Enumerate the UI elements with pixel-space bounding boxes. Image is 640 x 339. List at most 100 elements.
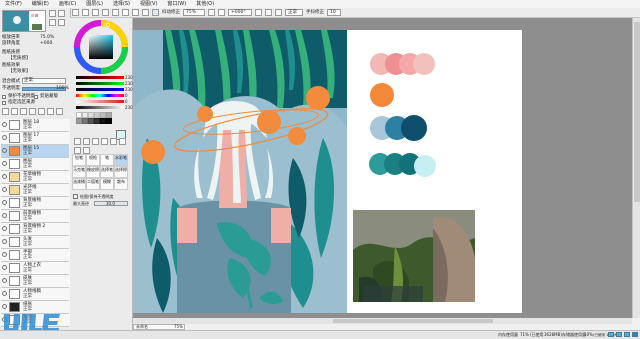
tool-airbrush[interactable]: 喷枪	[86, 154, 100, 166]
tool-watercolor[interactable]: 水彩笔	[114, 154, 128, 166]
status-button-1[interactable]	[608, 332, 614, 337]
invert-selection-button[interactable]	[82, 9, 89, 16]
eye-icon[interactable]	[2, 174, 7, 179]
eye-icon[interactable]	[2, 291, 7, 296]
eye-icon[interactable]	[2, 122, 7, 127]
slider-h[interactable]	[76, 94, 124, 97]
move-icon[interactable]	[101, 138, 108, 145]
layer-item[interactable]: 图层 17 正常	[1, 132, 69, 145]
angle-plus-button[interactable]	[265, 9, 272, 16]
nav-rotate-button[interactable]	[49, 19, 56, 26]
slider-b[interactable]	[76, 88, 124, 91]
zoom-select[interactable]: 75%	[183, 9, 205, 16]
selection-source-checkbox[interactable]	[2, 101, 6, 105]
menu-select[interactable]: 选择(S)	[108, 0, 135, 8]
layer-item[interactable]: 花草植物 正常	[1, 171, 69, 184]
merge-down-button[interactable]	[38, 108, 45, 115]
layer-item[interactable]: 背景植物 正常	[1, 197, 69, 210]
deselect-button[interactable]	[72, 9, 79, 16]
eye-icon[interactable]	[2, 148, 7, 153]
eye-icon[interactable]	[2, 239, 7, 244]
slider-r[interactable]	[76, 76, 124, 79]
layer-item[interactable]: 皮肤 正常	[1, 275, 69, 288]
palette-swatch[interactable]	[414, 155, 436, 177]
status-button-4[interactable]	[632, 332, 638, 337]
flip-button[interactable]	[132, 9, 139, 16]
horizontal-scrollbar[interactable]	[133, 318, 632, 324]
eye-icon[interactable]	[2, 200, 7, 205]
menu-layer[interactable]: 图层(L)	[81, 0, 108, 8]
hand-icon[interactable]	[74, 147, 81, 154]
eye-icon[interactable]	[2, 278, 7, 283]
eye-icon[interactable]	[2, 252, 7, 257]
status-button-2[interactable]	[616, 332, 622, 337]
delete-layer-button[interactable]	[56, 108, 63, 115]
lasso-icon[interactable]	[83, 138, 90, 145]
nav-reset-button[interactable]	[58, 19, 65, 26]
status-button-3[interactable]	[624, 332, 630, 337]
menu-canvas[interactable]: 画布(C)	[54, 0, 81, 8]
palette-swatch[interactable]	[401, 115, 427, 141]
reset-button[interactable]	[142, 9, 149, 16]
new-folder-button[interactable]	[11, 108, 18, 115]
navigator-preview[interactable]	[2, 10, 46, 32]
eyedropper-icon[interactable]	[83, 147, 90, 154]
eye-icon[interactable]	[2, 161, 7, 166]
show-selection-button[interactable]	[92, 9, 99, 16]
zoom-out-button[interactable]	[112, 9, 119, 16]
slider-s[interactable]	[76, 100, 124, 103]
tool-select-pen[interactable]: 选择笔	[100, 166, 114, 178]
canvas-viewport[interactable]	[133, 18, 632, 318]
zoom-plus-button[interactable]	[218, 9, 225, 16]
tool-binary-pen[interactable]: 二值笔	[86, 178, 100, 190]
tool-brush[interactable]: 笔	[100, 154, 114, 166]
horizontal-scroll-thumb[interactable]	[333, 319, 493, 323]
eye-icon[interactable]	[2, 135, 7, 140]
tool-marker[interactable]: 马克笔	[72, 166, 86, 178]
nav-angle-value[interactable]: +000.	[40, 41, 54, 46]
vertical-scroll-thumb[interactable]	[634, 22, 640, 202]
angle-select[interactable]: +000°	[228, 9, 252, 16]
eye-icon[interactable]	[2, 265, 7, 270]
eye-icon[interactable]	[2, 304, 7, 309]
tool-select-eraser[interactable]: 选择擦	[114, 166, 128, 178]
effect-value[interactable]: 【无效果】	[8, 69, 31, 74]
layer-item[interactable]: 光环线 正常	[1, 184, 69, 197]
vertical-scrollbar[interactable]	[632, 18, 640, 318]
layer-item[interactable]: 图层 15 正常	[1, 145, 69, 158]
eye-icon[interactable]	[2, 187, 7, 192]
new-linework-button[interactable]	[20, 108, 27, 115]
layer-item[interactable]: 前景植物 正常	[1, 210, 69, 223]
layer-item[interactable]: 头发 正常	[1, 236, 69, 249]
menu-view[interactable]: 视图(V)	[135, 0, 162, 8]
clear-layer-button[interactable]	[47, 108, 54, 115]
hand-stabilizer-select[interactable]: 10	[327, 9, 341, 16]
rect-select-icon[interactable]	[74, 138, 81, 145]
zoom-minus-button[interactable]	[208, 9, 215, 16]
brush-option-checkbox[interactable]	[73, 194, 78, 199]
tool-scatter[interactable]: 散布	[114, 178, 128, 190]
blend-mode-dropdown[interactable]: 正常	[22, 78, 66, 84]
layer-item[interactable]: 背景植物 2 正常	[1, 223, 69, 236]
nav-zoom-value[interactable]: 75.0%	[40, 35, 54, 40]
menu-window[interactable]: 窗口(W)	[162, 0, 191, 8]
rotate-left-button[interactable]	[275, 9, 282, 16]
layer-item[interactable]: 手部 正常	[1, 249, 69, 262]
nav-zoom-in-button[interactable]	[49, 10, 56, 17]
zoom-in-button[interactable]	[102, 9, 109, 16]
menu-file[interactable]: 文件(F)	[0, 0, 27, 8]
eye-icon[interactable]	[2, 226, 7, 231]
palette-swatch[interactable]	[413, 53, 435, 75]
stabilizer-checkbox[interactable]	[152, 9, 159, 16]
tool-eraser[interactable]: 橡皮擦	[86, 166, 100, 178]
clipping-mask-checkbox[interactable]	[34, 95, 38, 99]
rotate-button[interactable]	[122, 9, 129, 16]
menu-other[interactable]: 其他(O)	[191, 0, 219, 8]
tool-pencil[interactable]: 铅笔	[72, 154, 86, 166]
angle-minus-button[interactable]	[255, 9, 262, 16]
rotate-icon[interactable]	[119, 138, 126, 145]
layer-item[interactable]: 人物上衣 正常	[1, 262, 69, 275]
eye-icon[interactable]	[2, 213, 7, 218]
texture-value[interactable]: 【无质感】	[8, 56, 31, 61]
magic-wand-icon[interactable]	[92, 138, 99, 145]
